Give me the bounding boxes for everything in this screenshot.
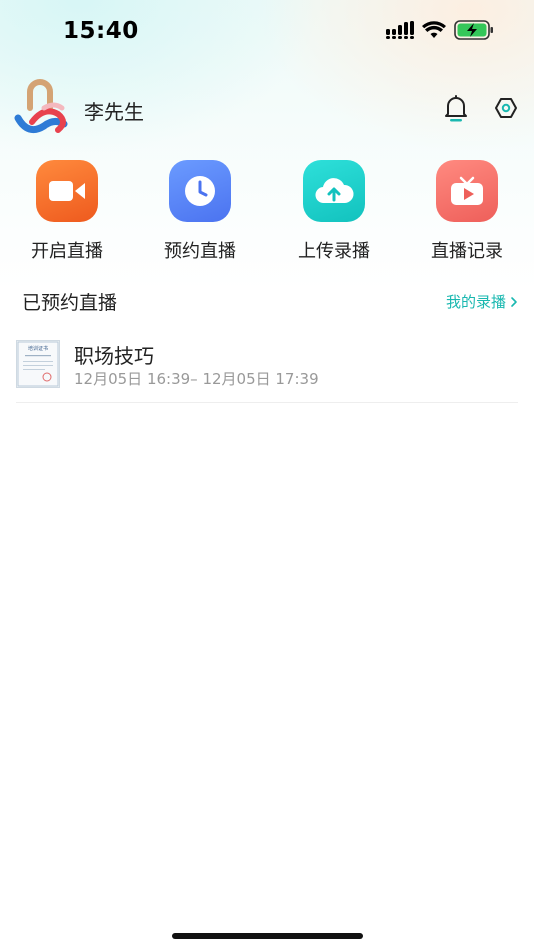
home-indicator xyxy=(172,933,363,939)
clock-icon xyxy=(169,160,231,222)
status-icons xyxy=(386,20,494,44)
thumbnail-text: 培训证书 xyxy=(28,345,48,352)
item-time-range: 12月05日 16:39– 12月05日 17:39 xyxy=(74,370,319,388)
list-item[interactable]: 培训证书 职场技巧 12月05日 16:39– 12月05日 17:39 xyxy=(16,338,518,403)
upload-recording-label: 上传录播 xyxy=(298,241,370,262)
video-camera-icon xyxy=(36,160,98,222)
certificate-thumbnail: 培训证书 xyxy=(16,340,60,388)
profile-header: 李先生 xyxy=(0,76,534,138)
cellular-signal-icon xyxy=(386,21,414,43)
my-recordings-link[interactable]: 我的录播 xyxy=(446,291,518,312)
item-title: 职场技巧 xyxy=(74,344,154,368)
start-live-button[interactable]: 开启直播 xyxy=(12,160,122,270)
section-title: 已预约直播 xyxy=(22,292,118,314)
notification-button[interactable] xyxy=(442,94,470,122)
my-recordings-label: 我的录播 xyxy=(445,293,506,311)
scheduled-section-header: 已预约直播 我的录播 xyxy=(0,286,534,316)
bell-icon xyxy=(445,95,467,122)
start-live-label: 开启直播 xyxy=(31,241,103,262)
cloud-upload-icon xyxy=(303,160,365,222)
chevron-right-icon xyxy=(511,296,517,307)
status-bar: 15:40 xyxy=(0,0,534,64)
settings-hexagon-icon xyxy=(495,98,517,118)
avatar[interactable] xyxy=(14,78,72,136)
battery-charging-icon xyxy=(454,20,494,44)
live-history-button[interactable]: 直播记录 xyxy=(412,160,522,270)
wifi-icon xyxy=(422,21,446,43)
username: 李先生 xyxy=(84,100,144,124)
schedule-live-label: 预约直播 xyxy=(164,241,236,262)
app-logo-avatar xyxy=(14,79,68,134)
quick-actions: 开启直播 预约直播 上传录播 直播记录 xyxy=(0,160,534,270)
tv-play-icon xyxy=(436,160,498,222)
settings-button[interactable] xyxy=(492,94,520,122)
status-time: 15:40 xyxy=(63,18,139,44)
upload-recording-button[interactable]: 上传录播 xyxy=(279,160,389,270)
schedule-live-button[interactable]: 预约直播 xyxy=(145,160,255,270)
live-history-label: 直播记录 xyxy=(431,241,503,262)
